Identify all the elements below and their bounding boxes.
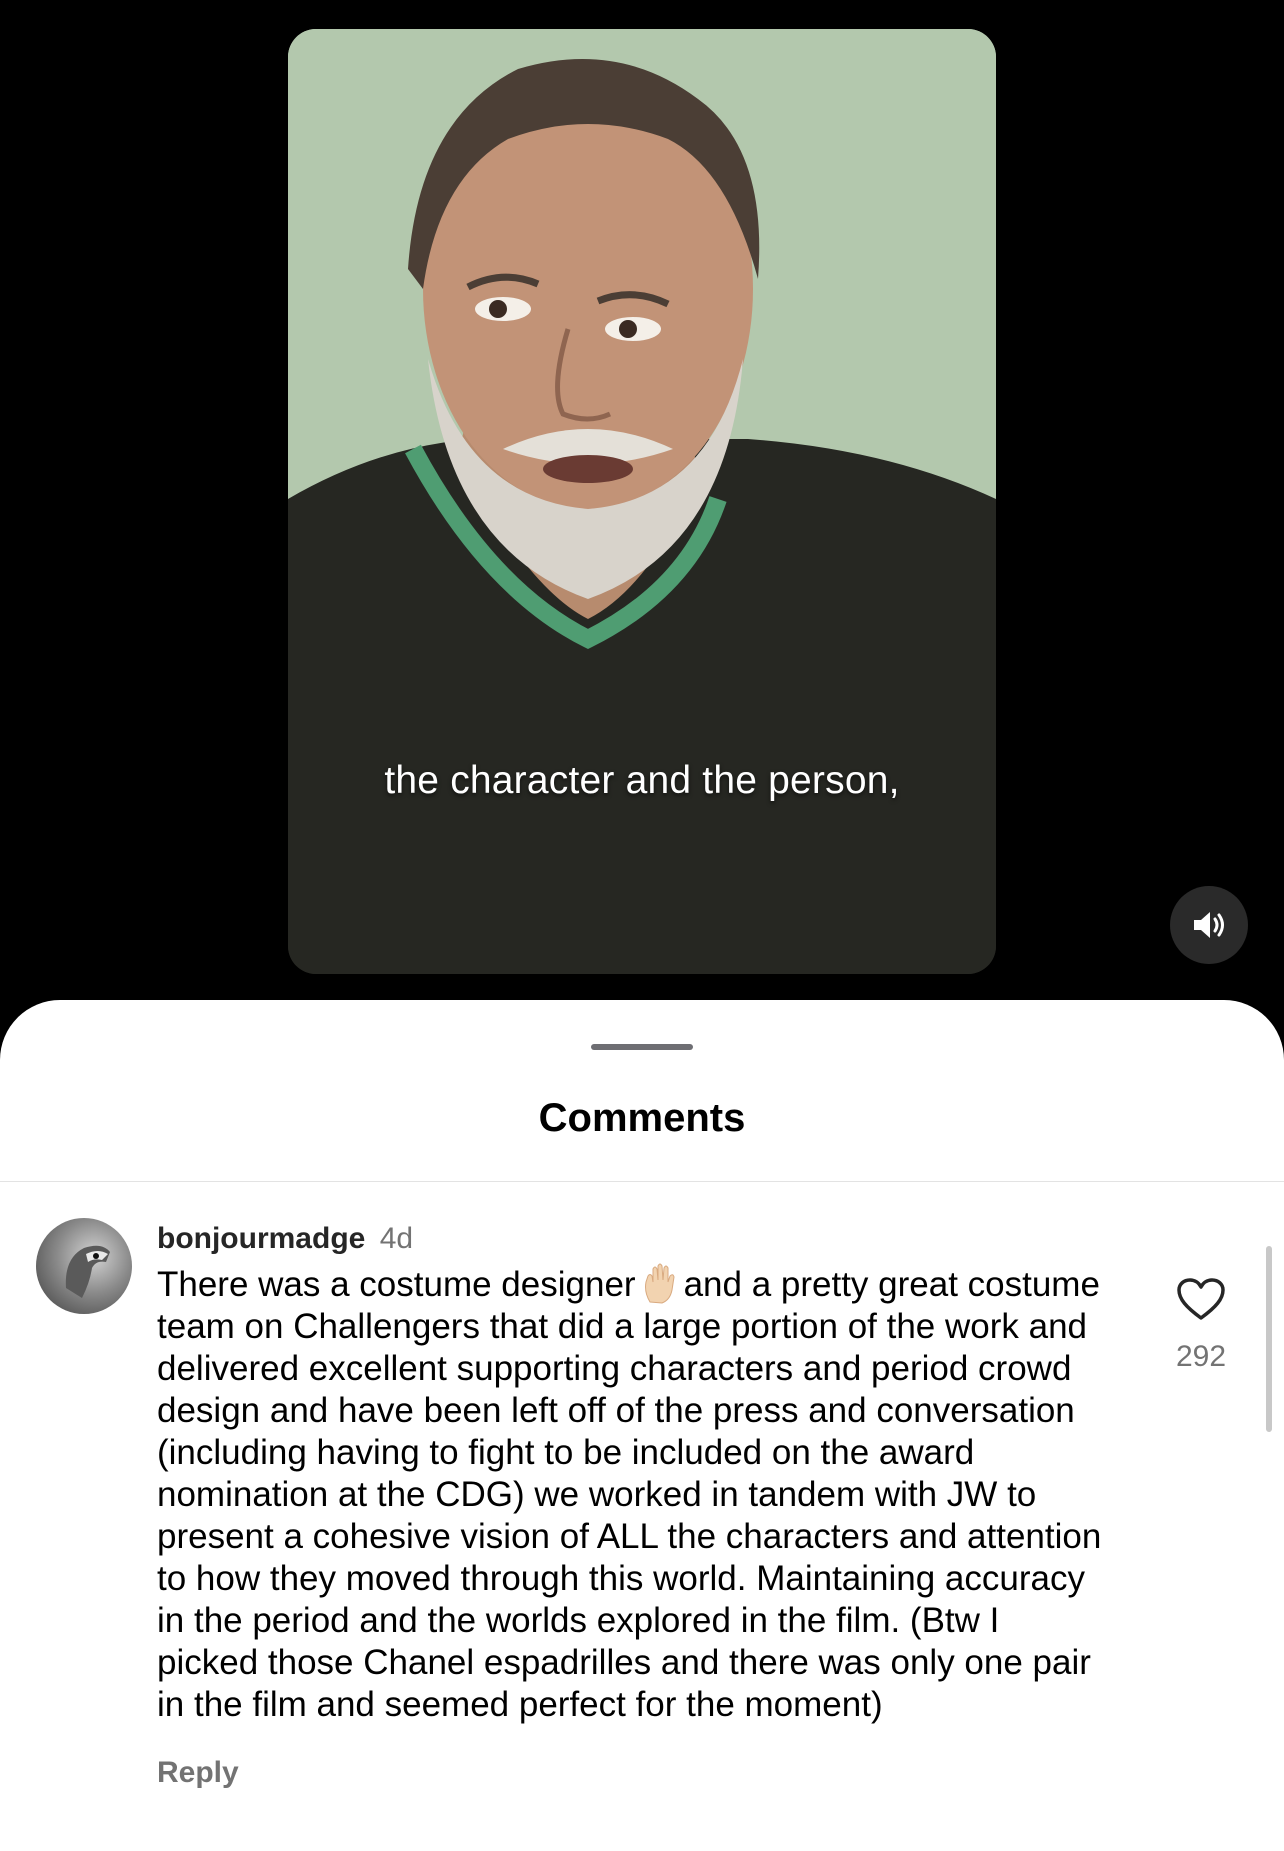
raised-hand-icon bbox=[644, 1263, 675, 1304]
like-count: 292 bbox=[1175, 1340, 1227, 1373]
comment-body: bonjourmadge 4d There was a costume desi… bbox=[157, 1222, 1107, 1790]
video-area[interactable]: the character and the person, bbox=[0, 0, 1284, 1000]
raised-hand-emoji bbox=[640, 1262, 680, 1304]
video-caption: the character and the person, bbox=[384, 759, 900, 802]
sheet-title: Comments bbox=[538, 1096, 746, 1140]
comments-sheet: Comments bonjourmadge 4d There was a cos… bbox=[0, 1000, 1284, 1851]
speaker-on-icon bbox=[1194, 912, 1224, 938]
comment-item: bonjourmadge 4d There was a costume desi… bbox=[0, 1182, 1284, 1851]
comment-text: There was a costume designer and a pretty… bbox=[157, 1262, 1107, 1726]
comment-username[interactable]: bonjourmadge bbox=[157, 1222, 365, 1255]
video-player[interactable]: the character and the person, bbox=[288, 29, 996, 974]
avatar[interactable] bbox=[36, 1218, 132, 1314]
like-area[interactable]: 292 bbox=[1168, 1277, 1234, 1374]
comment-meta: bonjourmadge 4d bbox=[157, 1222, 1107, 1256]
volume-button[interactable] bbox=[1170, 886, 1248, 964]
comment-text-part-1: There was a costume designer bbox=[157, 1265, 636, 1304]
scrollbar[interactable] bbox=[1266, 1246, 1272, 1432]
sheet-grabber-handle[interactable] bbox=[591, 1044, 693, 1050]
comment-text-part-2: and a pretty great costume team on Chall… bbox=[157, 1265, 1102, 1724]
avatar-image bbox=[65, 1245, 110, 1298]
video-frame-person bbox=[288, 29, 996, 974]
heart-outline-icon[interactable] bbox=[1176, 1277, 1226, 1321]
reply-button[interactable]: Reply bbox=[157, 1756, 1107, 1790]
comment-timestamp: 4d bbox=[379, 1222, 414, 1255]
